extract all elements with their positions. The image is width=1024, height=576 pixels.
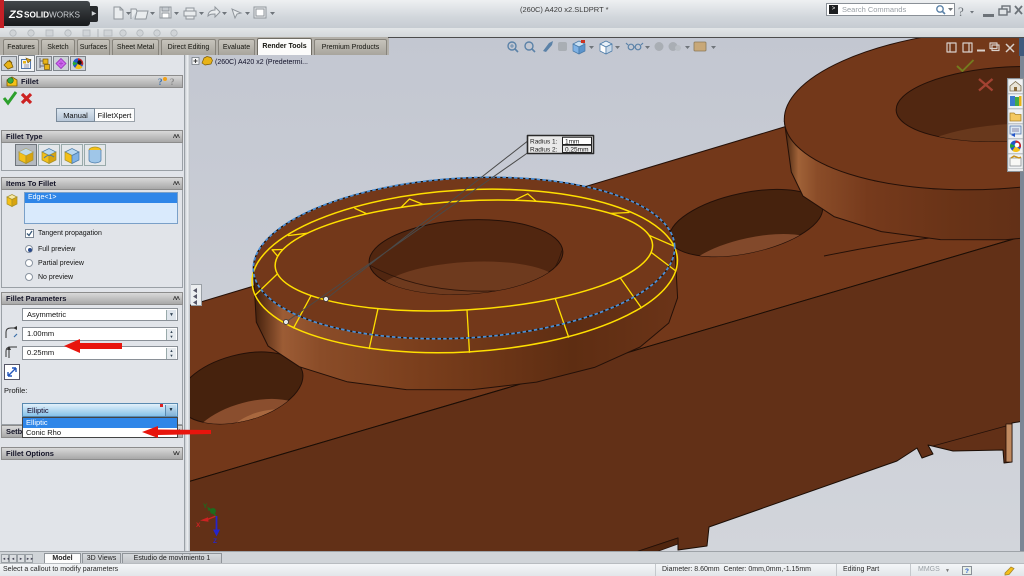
svg-text:?: ? bbox=[158, 77, 163, 87]
svg-text:?: ? bbox=[958, 4, 964, 19]
svg-text:Z: Z bbox=[213, 538, 217, 545]
svg-text:0.25mm: 0.25mm bbox=[565, 146, 588, 153]
svg-text:?: ? bbox=[170, 77, 175, 87]
svg-text:(260C) A420 x2 (Predetermi...: (260C) A420 x2 (Predetermi... bbox=[215, 59, 308, 66]
svg-text:X: X bbox=[196, 522, 201, 529]
svg-text:Radius 1:: Radius 1: bbox=[530, 138, 558, 145]
svg-text:ΖS: ΖS bbox=[8, 9, 24, 21]
svg-text:1mm: 1mm bbox=[565, 138, 579, 145]
svg-text:Radius 2:: Radius 2: bbox=[530, 146, 558, 153]
svg-text:Y: Y bbox=[203, 503, 208, 510]
svg-text:SOLIDWORKS: SOLIDWORKS bbox=[24, 10, 81, 19]
